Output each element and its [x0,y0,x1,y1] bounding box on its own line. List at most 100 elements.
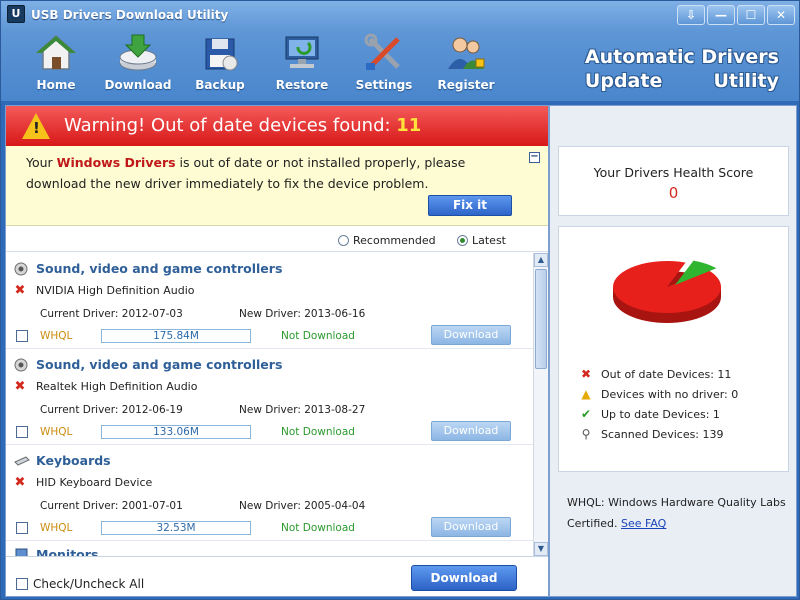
title-bar: U USB Drivers Download Utility ⇩ — ☐ ✕ [1,1,799,29]
scroll-thumb[interactable] [535,269,547,369]
brand-line2-a: Update [584,70,663,92]
check-all-label: Check/Uncheck All [33,577,145,591]
backup-icon [198,33,242,73]
radio-recommended[interactable]: Recommended [338,234,436,247]
device-name: NVIDIA High Definition Audio [36,284,195,297]
keyboard-icon [14,455,30,466]
stat-up-to-date: ✔ Up to date Devices: 1 [580,407,720,421]
register-icon [444,33,488,73]
collapse-button[interactable]: − [529,152,540,163]
app-logo-icon: U [7,5,25,23]
toolbar-settings[interactable]: Settings [349,33,419,95]
notice-highlight: Windows Drivers [56,155,176,170]
category-title: Keyboards [36,453,111,468]
current-driver: Current Driver: 2001-07-01 [40,500,183,512]
toolbar-register[interactable]: Register [431,33,501,95]
toolbar-download-label: Download [104,78,172,92]
brand-line2-b: Utility [713,70,779,92]
stat-no-driver: ▲ Devices with no driver: 0 [579,387,738,401]
toolbar-home-label: Home [36,78,76,92]
download-status: Not Download [281,522,355,534]
driver-list: Sound, video and game controllers ✖ NVID… [6,253,533,556]
new-driver: New Driver: 2013-08-27 [239,404,366,416]
toolbar-home[interactable]: Home [21,33,91,95]
category-title: Sound, video and game controllers [36,261,283,276]
minimize-button[interactable]: — [707,5,735,25]
radio-latest-dot[interactable] [457,235,468,246]
toolbar-backup[interactable]: Backup [185,33,255,95]
list-scrollbar[interactable]: ▲ ▼ [533,253,548,556]
driver-item: Sound, video and game controllers ✖ Real… [6,349,533,445]
settings-icon [362,33,406,73]
minimize-to-tray-button[interactable]: ⇩ [677,5,705,25]
warning-triangle-icon: ▲ [581,387,591,401]
whql-label: WHQL [40,522,73,534]
check-icon: ✔ [580,407,592,421]
toolbar-restore-label: Restore [275,78,329,92]
stats-box: ✖ Out of date Devices: 11 ▲ Devices with… [558,226,789,472]
health-panel: Your Drivers Health Score 0 ✖ Out of dat… [549,105,797,597]
radio-recommended-dot[interactable] [338,235,349,246]
new-driver: New Driver: 2013-06-16 [239,308,366,320]
check-all[interactable]: Check/Uncheck All [16,577,144,591]
radio-latest[interactable]: Latest [457,234,506,247]
restore-icon [280,33,324,73]
stat-scanned: ⚲ Scanned Devices: 139 [579,427,724,441]
bottom-bar: Check/Uncheck All Download [6,556,548,596]
driver-checkbox[interactable] [16,522,28,534]
driver-item: Keyboards ✖ HID Keyboard Device Current … [6,445,533,541]
see-faq-link[interactable]: See FAQ [621,517,666,530]
device-name: Realtek High Definition Audio [36,380,198,393]
health-score-value: 0 [668,184,679,202]
toolbar-download[interactable]: Download [103,33,173,95]
driver-checkbox[interactable] [16,426,28,438]
toolbar-restore[interactable]: Restore [267,33,337,95]
device-pie-chart [613,260,721,323]
version-options: Recommended Latest [6,226,548,252]
brand-line1: Automatic Drivers [584,46,779,68]
driver-panel: ! Warning! Out of date devices found: 11… [5,105,549,597]
category-title: Monitors [36,547,99,556]
driver-checkbox[interactable] [16,330,28,342]
download-button[interactable]: Download [431,517,511,537]
brand-logo: Automatic Drivers Update Utility [585,45,779,93]
driver-item: Monitors [6,541,533,556]
error-x-icon: ✖ [14,283,26,298]
notice-box: Your Windows Drivers is out of date or n… [6,146,548,226]
home-icon [34,33,78,73]
speaker-icon [14,358,28,371]
window-controls: ⇩ — ☐ ✕ [677,5,795,25]
error-x-icon: ✖ [14,379,26,394]
main-toolbar: Home Download Backup Restore Settings Re… [1,29,799,101]
driver-size: 32.53M [101,521,251,535]
check-all-checkbox[interactable] [16,578,28,590]
whql-label: WHQL [40,426,73,438]
scroll-down-icon[interactable]: ▼ [534,542,548,556]
warning-count: 11 [396,115,422,136]
fix-it-button[interactable]: Fix it [428,195,512,216]
window-title: USB Drivers Download Utility [31,8,229,22]
download-button[interactable]: Download [431,325,511,345]
warning-bar: ! Warning! Out of date devices found: 11 [6,106,548,146]
scroll-up-icon[interactable]: ▲ [534,253,548,267]
toolbar-register-label: Register [437,78,495,92]
warning-text: Warning! Out of date devices found: 11 [64,115,422,136]
error-x-icon: ✖ [14,475,26,490]
device-name: HID Keyboard Device [36,476,153,489]
whql-label: WHQL [40,330,73,342]
magnifier-icon: ⚲ [581,427,591,441]
close-button[interactable]: ✕ [767,5,795,25]
monitor-icon [15,548,28,556]
current-driver: Current Driver: 2012-06-19 [40,404,183,416]
category-title: Sound, video and game controllers [36,357,283,372]
health-score-box: Your Drivers Health Score 0 [558,146,789,216]
download-button[interactable]: Download [431,421,511,441]
app-window: U USB Drivers Download Utility ⇩ — ☐ ✕ H… [0,0,800,600]
stat-out-of-date: ✖ Out of date Devices: 11 [580,367,732,381]
download-status: Not Download [281,330,355,342]
driver-size: 133.06M [101,425,251,439]
error-x-icon: ✖ [580,367,592,381]
maximize-button[interactable]: ☐ [737,5,765,25]
new-driver: New Driver: 2005-04-04 [239,500,366,512]
download-all-button[interactable]: Download [411,565,517,591]
